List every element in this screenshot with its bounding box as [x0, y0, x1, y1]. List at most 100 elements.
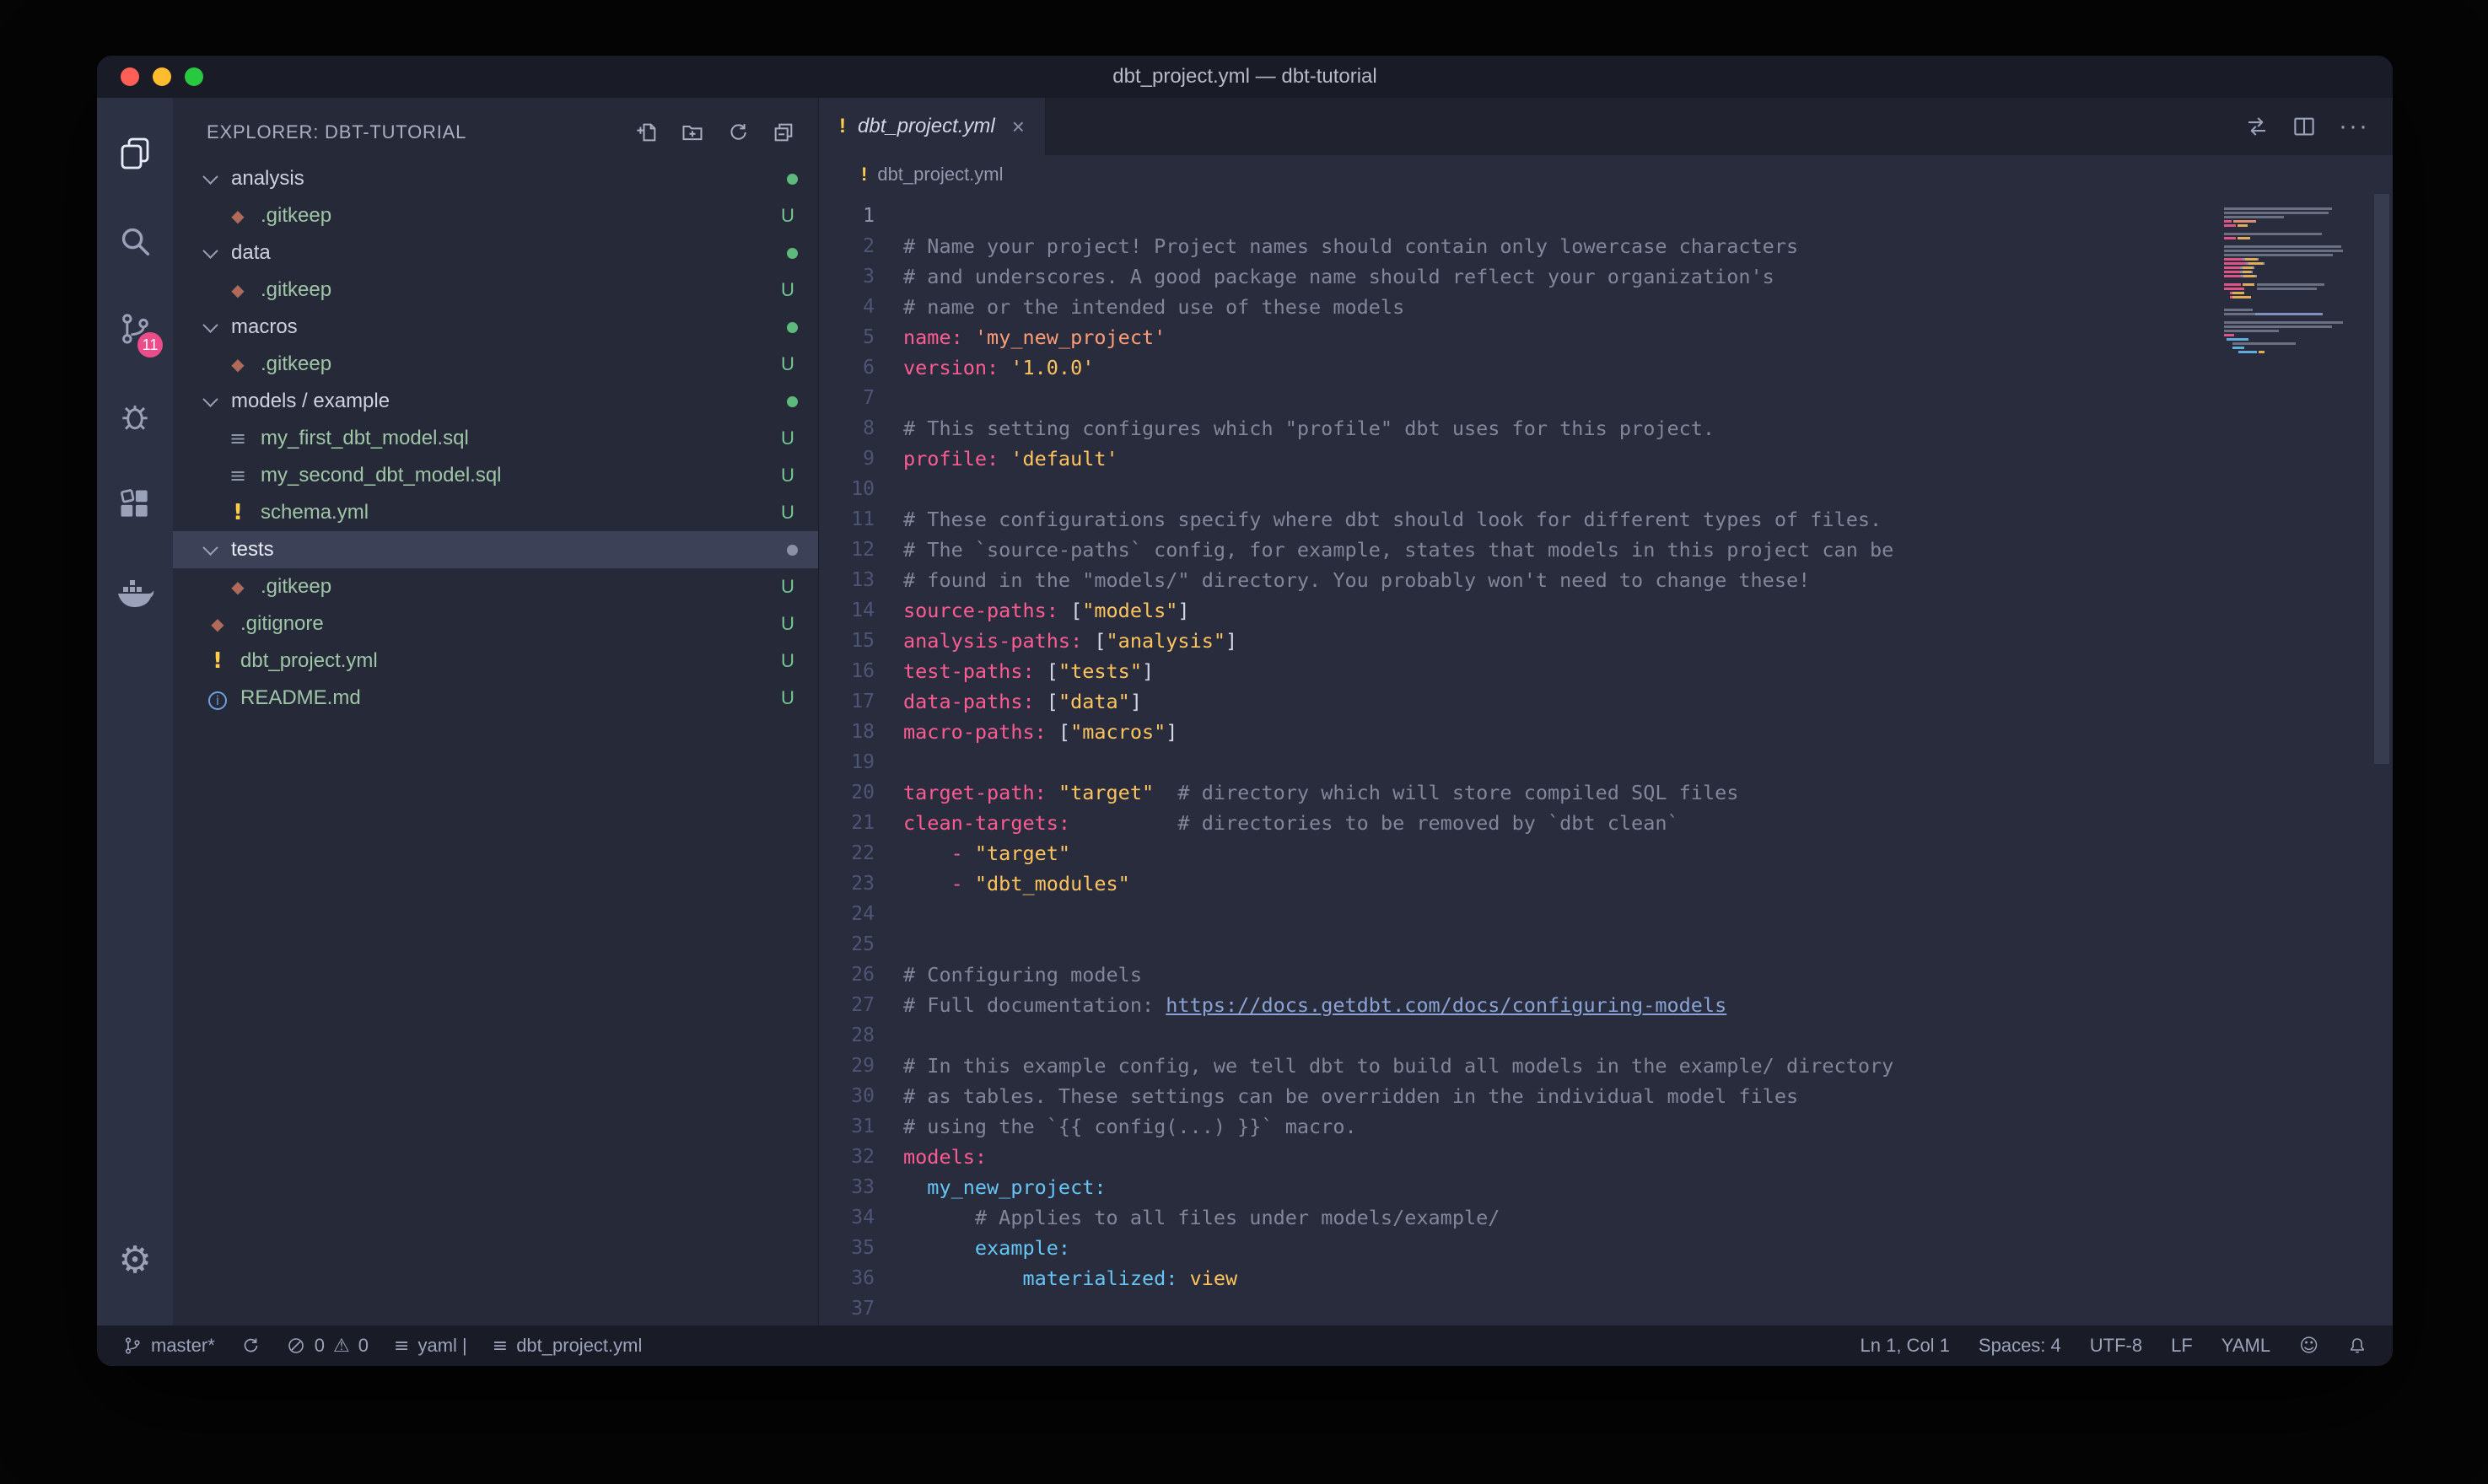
- language-mode[interactable]: YAML: [2221, 1335, 2270, 1357]
- code-line[interactable]: 36 materialized: view: [819, 1263, 2393, 1293]
- code-line[interactable]: 22 - "target": [819, 838, 2393, 868]
- collapse-folders-icon[interactable]: [771, 120, 796, 145]
- code-line[interactable]: 10: [819, 474, 2393, 504]
- debug-icon[interactable]: [97, 373, 173, 460]
- tree-folder-macros[interactable]: macros: [173, 309, 818, 346]
- tab-dbt-project-yml[interactable]: ! dbt_project.yml ×: [819, 98, 1046, 155]
- tree-item-label: .gitkeep: [261, 278, 331, 302]
- code-line[interactable]: 16test-paths: ["tests"]: [819, 656, 2393, 686]
- tab-bar: ! dbt_project.yml ×: [819, 98, 2393, 155]
- status-bar: master* 0 ⚠ 0 ≡ yaml |: [97, 1325, 2393, 1366]
- activity-bar: 11: [97, 98, 173, 1325]
- tree-file-gitkeep[interactable]: ◆.gitkeepU: [173, 346, 818, 383]
- problems-warning-icon: !: [839, 115, 846, 138]
- more-actions-icon[interactable]: ···: [2339, 112, 2369, 141]
- tree-folder-models-example[interactable]: models / example: [173, 383, 818, 420]
- code-line[interactable]: 24: [819, 899, 2393, 929]
- tree-folder-tests[interactable]: tests: [173, 531, 818, 568]
- code-line[interactable]: 35 example:: [819, 1233, 2393, 1263]
- explorer-icon[interactable]: [97, 110, 173, 197]
- tree-file-gitkeep[interactable]: ◆.gitkeepU: [173, 272, 818, 309]
- code-line[interactable]: 12# The `source-paths` config, for examp…: [819, 535, 2393, 565]
- extensions-icon[interactable]: [97, 460, 173, 548]
- tree-file-my-first-dbt-model-sql[interactable]: ≡my_first_dbt_model.sqlU: [173, 420, 818, 457]
- tree-file-readme-md[interactable]: iREADME.mdU: [173, 680, 818, 717]
- code-line[interactable]: 6version: '1.0.0': [819, 352, 2393, 383]
- split-editor-icon[interactable]: [2291, 114, 2317, 139]
- line-content: # name or the intended use of these mode…: [903, 292, 1404, 322]
- active-file-indicator[interactable]: ≡ dbt_project.yml: [493, 1335, 643, 1357]
- code-line[interactable]: 15analysis-paths: ["analysis"]: [819, 626, 2393, 656]
- code-line[interactable]: 33 my_new_project:: [819, 1172, 2393, 1202]
- open-changes-icon[interactable]: [2244, 114, 2270, 139]
- tree-file-gitkeep[interactable]: ◆.gitkeepU: [173, 197, 818, 234]
- breadcrumb[interactable]: ! dbt_project.yml: [819, 155, 2393, 194]
- line-content: materialized: view: [903, 1263, 1237, 1293]
- code-line[interactable]: 19: [819, 747, 2393, 777]
- breadcrumb-warning-icon: !: [861, 164, 867, 186]
- tree-item-label: macros: [231, 315, 298, 339]
- tree-folder-analysis[interactable]: analysis: [173, 160, 818, 197]
- tree-folder-data[interactable]: data: [173, 234, 818, 272]
- code-line[interactable]: 23 - "dbt_modules": [819, 868, 2393, 899]
- settings-gear-icon[interactable]: ⚙: [97, 1216, 173, 1304]
- yaml-schema-indicator[interactable]: ≡ yaml |: [394, 1335, 467, 1357]
- source-control-icon[interactable]: 11: [97, 285, 173, 373]
- line-number: 22: [819, 838, 903, 868]
- code-editor[interactable]: 12# Name your project! Project names sho…: [819, 194, 2393, 1325]
- code-line[interactable]: 37: [819, 1293, 2393, 1324]
- tree-file-gitkeep[interactable]: ◆.gitkeepU: [173, 568, 818, 605]
- tree-file-gitignore[interactable]: ◆.gitignoreU: [173, 605, 818, 643]
- title-bar[interactable]: dbt_project.yml — dbt-tutorial: [97, 56, 2393, 98]
- line-number: 6: [819, 352, 903, 383]
- tree-file-my-second-dbt-model-sql[interactable]: ≡my_second_dbt_model.sqlU: [173, 457, 818, 494]
- code-line[interactable]: 8# This setting configures which "profil…: [819, 413, 2393, 444]
- code-line[interactable]: 14source-paths: ["models"]: [819, 595, 2393, 626]
- eol-setting[interactable]: LF: [2171, 1335, 2193, 1357]
- feedback-smiley-icon[interactable]: ☺: [2299, 1336, 2318, 1357]
- code-line[interactable]: 2# Name your project! Project names shou…: [819, 231, 2393, 261]
- code-line[interactable]: 9profile: 'default': [819, 444, 2393, 474]
- git-branch-indicator[interactable]: master*: [122, 1335, 215, 1357]
- close-tab-icon[interactable]: ×: [1012, 114, 1025, 140]
- code-line[interactable]: 17data-paths: ["data"]: [819, 686, 2393, 717]
- code-line[interactable]: 13# found in the "models/" directory. Yo…: [819, 565, 2393, 595]
- code-line[interactable]: 3# and underscores. A good package name …: [819, 261, 2393, 292]
- code-line[interactable]: 1: [819, 201, 2393, 231]
- docker-icon[interactable]: [97, 548, 173, 636]
- line-number: 20: [819, 777, 903, 808]
- code-line[interactable]: 34 # Applies to all files under models/e…: [819, 1202, 2393, 1233]
- code-line[interactable]: 27# Full documentation: https://docs.get…: [819, 990, 2393, 1020]
- code-line[interactable]: 28: [819, 1020, 2393, 1051]
- indentation-setting[interactable]: Spaces: 4: [1979, 1335, 2061, 1357]
- code-line[interactable]: 20target-path: "target" # directory whic…: [819, 777, 2393, 808]
- code-line[interactable]: 5name: 'my_new_project': [819, 322, 2393, 352]
- minimap[interactable]: [2224, 202, 2359, 358]
- code-line[interactable]: 21clean-targets: # directories to be rem…: [819, 808, 2393, 838]
- code-line[interactable]: 11# These configurations specify where d…: [819, 504, 2393, 535]
- code-line[interactable]: 18macro-paths: ["macros"]: [819, 717, 2393, 747]
- sync-changes-icon[interactable]: [240, 1336, 261, 1356]
- new-file-icon[interactable]: [634, 120, 660, 145]
- code-line[interactable]: 29# In this example config, we tell dbt …: [819, 1051, 2393, 1081]
- refresh-icon[interactable]: [725, 120, 751, 145]
- code-line[interactable]: 26# Configuring models: [819, 960, 2393, 990]
- search-icon[interactable]: [97, 197, 173, 285]
- tree-file-dbt-project-yml[interactable]: !dbt_project.ymlU: [173, 643, 818, 680]
- warning-icon: ⚠: [333, 1336, 350, 1357]
- code-line[interactable]: 31# using the `{{ config(...) }}` macro.: [819, 1111, 2393, 1142]
- code-line[interactable]: 30# as tables. These settings can be ove…: [819, 1081, 2393, 1111]
- code-line[interactable]: 25: [819, 929, 2393, 960]
- tree-file-schema-yml[interactable]: !schema.ymlU: [173, 494, 818, 531]
- editor-scrollbar[interactable]: [2374, 194, 2389, 764]
- cursor-position[interactable]: Ln 1, Col 1: [1861, 1335, 1950, 1357]
- code-line[interactable]: 32models:: [819, 1142, 2393, 1172]
- problems-indicator[interactable]: 0 ⚠ 0: [286, 1335, 369, 1357]
- git-status-dot: [787, 248, 798, 259]
- line-number: 13: [819, 565, 903, 595]
- code-line[interactable]: 4# name or the intended use of these mod…: [819, 292, 2393, 322]
- new-folder-icon[interactable]: [680, 120, 705, 145]
- encoding-setting[interactable]: UTF-8: [2090, 1335, 2142, 1357]
- code-line[interactable]: 7: [819, 383, 2393, 413]
- notifications-bell-icon[interactable]: [2347, 1336, 2367, 1356]
